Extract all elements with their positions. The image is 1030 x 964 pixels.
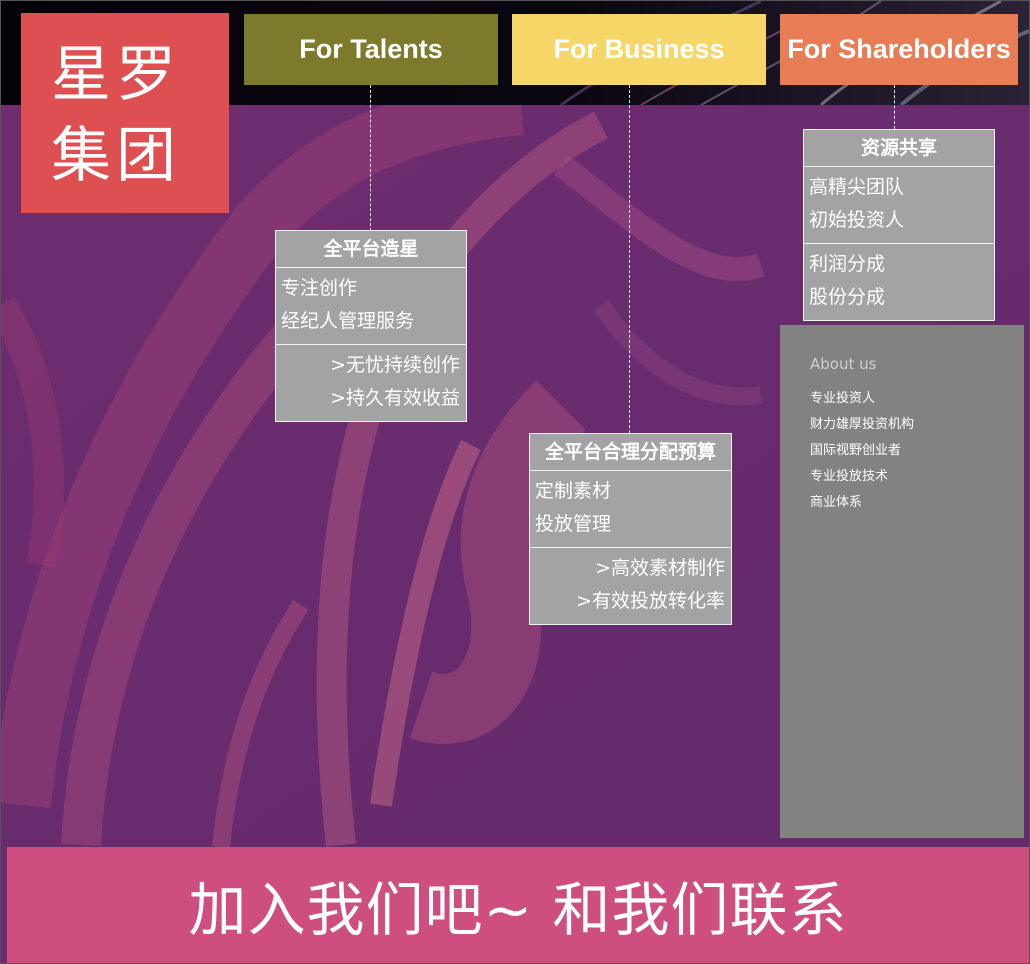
business-benefit-item: >有效投放转化率 (576, 590, 725, 612)
talents-card: 全平台造星 专注创作 经纪人管理服务 >无忧持续创作 >持久有效收益 (275, 230, 467, 422)
nav-for-shareholders-button[interactable]: For Shareholders (780, 14, 1018, 85)
connector-shareholders (894, 85, 895, 129)
business-benefits: >高效素材制作 >有效投放转化率 (530, 547, 731, 624)
about-us-item: 国际视野创业者 (810, 443, 902, 458)
talents-services: 专注创作 经纪人管理服务 (276, 268, 466, 344)
logo-char: 罗 (116, 40, 176, 110)
nav-for-business-button[interactable]: For Business (512, 14, 766, 85)
join-contact-banner-button[interactable]: 加入我们吧~ 和我们联系 (7, 847, 1029, 963)
connector-talents (370, 85, 371, 231)
business-services: 定制素材 投放管理 (530, 471, 731, 547)
shareholders-resources: 高精尖团队 初始投资人 (804, 167, 994, 243)
business-service-item: 投放管理 (535, 513, 612, 535)
shareholders-resource-item: 高精尖团队 (809, 176, 905, 198)
about-us-panel: About us 专业投资人 财力雄厚投资机构 国际视野创业者 专业投放技术 商… (780, 325, 1024, 838)
business-card-title: 全平台合理分配预算 (530, 434, 731, 471)
shareholders-card-title: 资源共享 (804, 130, 994, 167)
business-service-item: 定制素材 (535, 480, 612, 502)
nav-for-talents-button[interactable]: For Talents (244, 14, 498, 85)
logo-char: 团 (116, 121, 176, 191)
talents-service-item: 经纪人管理服务 (281, 310, 415, 332)
connector-business (629, 85, 630, 433)
shareholders-resource-item: 初始投资人 (809, 209, 905, 231)
shareholders-return-item: 利润分成 (809, 253, 886, 275)
talents-card-title: 全平台造星 (276, 231, 466, 268)
about-us-item: 专业投资人 (810, 391, 876, 406)
business-benefit-item: >高效素材制作 (595, 557, 725, 579)
page: 星 罗 集 团 For Talents For Business For Sha… (0, 0, 1030, 964)
talents-benefit-item: >持久有效收益 (330, 387, 460, 409)
about-us-item: 专业投放技术 (810, 469, 889, 484)
about-us-title: About us (810, 355, 877, 373)
about-us-item: 商业体系 (810, 495, 863, 510)
shareholders-return-item: 股份分成 (809, 286, 886, 308)
logo-char: 星 (51, 40, 111, 110)
talents-benefits: >无忧持续创作 >持久有效收益 (276, 344, 466, 421)
shareholders-card: 资源共享 高精尖团队 初始投资人 利润分成 股份分成 (803, 129, 995, 321)
brand-logo[interactable]: 星 罗 集 团 (21, 13, 229, 213)
talents-service-item: 专注创作 (281, 277, 358, 299)
business-card: 全平台合理分配预算 定制素材 投放管理 >高效素材制作 >有效投放转化率 (529, 433, 732, 625)
about-us-item: 财力雄厚投资机构 (810, 417, 915, 432)
logo-char: 集 (51, 121, 111, 191)
shareholders-returns: 利润分成 股份分成 (804, 243, 994, 320)
talents-benefit-item: >无忧持续创作 (330, 354, 460, 376)
